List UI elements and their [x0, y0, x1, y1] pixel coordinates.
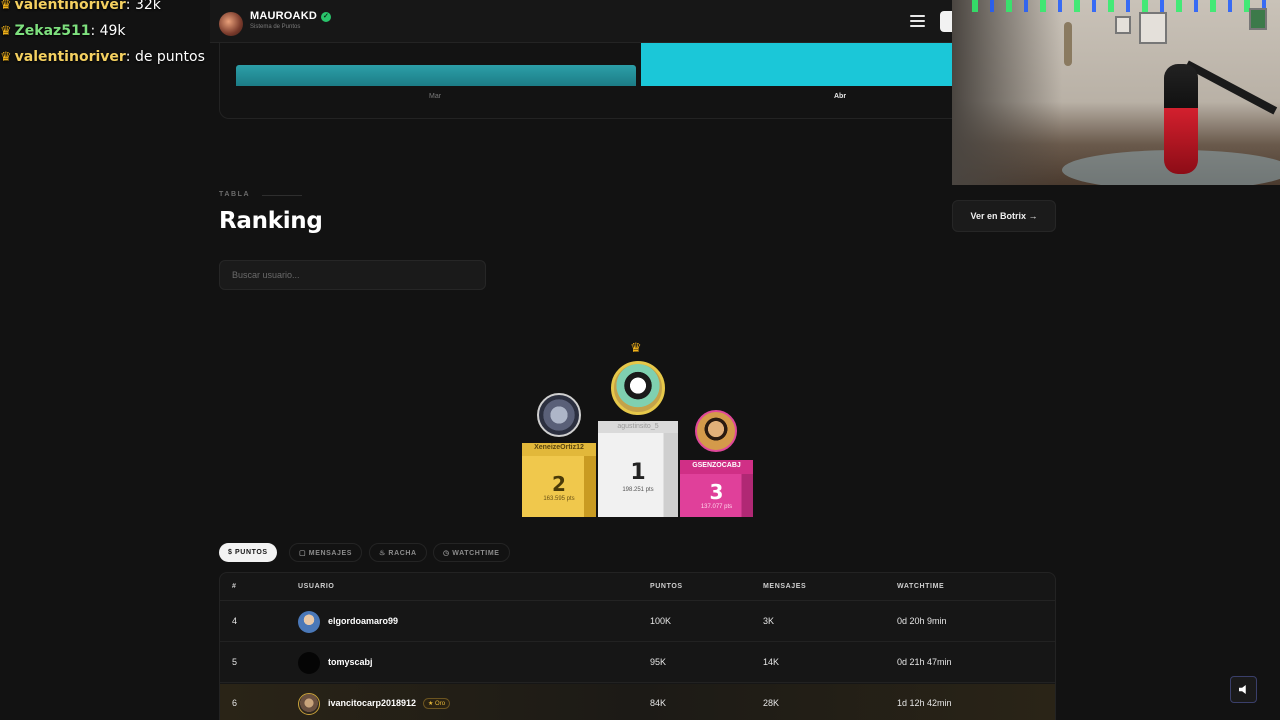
- brand-subtitle: Sistema de Puntos: [250, 24, 301, 30]
- mute-button[interactable]: [1230, 676, 1257, 703]
- username-cell: elgordoamaro99: [328, 616, 399, 626]
- chat-username: valentinoriver: [14, 0, 126, 13]
- tab-watchtime[interactable]: ◷ WATCHTIME: [433, 543, 510, 562]
- crown-icon: ♛: [0, 24, 12, 39]
- chat-message: 49k: [99, 23, 126, 39]
- table-row[interactable]: 4 elgordoamaro99 100K 3K 0d 20h 9min: [220, 602, 1055, 642]
- rank-cell: 4: [232, 616, 238, 626]
- podium-rank: 1: [630, 460, 646, 485]
- chat-line: ♛ Zekaz511: 49k: [0, 23, 126, 39]
- search-input[interactable]: [219, 260, 486, 290]
- crown-icon: ♛: [0, 0, 12, 13]
- crown-icon: ♛: [630, 340, 642, 355]
- tier-badge: ★ Oro: [423, 698, 451, 709]
- rank-cell: 6: [232, 698, 238, 708]
- avatar: [298, 652, 320, 674]
- ranking-table: # USUARIO PUNTOS MENSAJES WATCHTIME 4 el…: [219, 572, 1056, 720]
- chart-x-label: Abr: [834, 93, 847, 100]
- messages-cell: 3K: [763, 616, 775, 626]
- tab-racha[interactable]: ♨ RACHA: [369, 543, 427, 562]
- podium-points: 163.595 pts: [543, 496, 575, 502]
- chat-overlay: ♛ valentinoriver: 32k ♛ Zekaz511: 49k ♛ val…: [0, 0, 210, 70]
- view-on-botrix-button[interactable]: Ver en Botrix →: [952, 200, 1056, 232]
- chat-username: valentinoriver: [14, 49, 126, 65]
- table-header: # USUARIO PUNTOS MENSAJES WATCHTIME: [220, 573, 1055, 601]
- webcam-feed: [952, 0, 1280, 185]
- tab-mensajes[interactable]: ▢ MENSAJES: [289, 543, 363, 562]
- column-header-points[interactable]: PUNTOS: [650, 583, 683, 590]
- chat-message: 32k: [134, 0, 161, 13]
- divider: [262, 195, 302, 196]
- podium-name-third: GSENZOCABJ: [692, 462, 741, 469]
- watchtime-cell: 0d 20h 9min: [897, 616, 947, 626]
- table-row[interactable]: 6 ivancitocarp2018912 ★ Oro 84K 28K 1d 1…: [220, 684, 1055, 720]
- avatar: [298, 611, 320, 633]
- chat-line: ♛ valentinoriver: 32k: [0, 0, 210, 18]
- hamburger-menu-icon[interactable]: [910, 15, 925, 27]
- podium-block-third: 3 137.077 pts: [680, 474, 753, 517]
- podium-avatar-third[interactable]: [695, 410, 737, 452]
- channel-avatar[interactable]: [219, 12, 243, 36]
- podium-block-first: 1 198.251 pts: [598, 433, 678, 517]
- column-header-rank[interactable]: #: [232, 583, 237, 590]
- chart-x-label: Mar: [429, 93, 442, 100]
- username-cell: tomyscabj: [328, 657, 373, 667]
- podium-points: 198.251 pts: [622, 487, 654, 493]
- string-lights: [972, 0, 1272, 12]
- stream-frame: ♛ valentinoriver: 32k ♛ Zekaz511: 49k ♛ val…: [0, 0, 1280, 720]
- column-header-user[interactable]: USUARIO: [298, 583, 334, 590]
- username-cell: ivancitocarp2018912: [328, 698, 417, 708]
- messages-cell: 14K: [763, 657, 780, 667]
- podium-block-second: 2 163.595 pts: [522, 456, 596, 517]
- rank-cell: 5: [232, 657, 238, 667]
- page-title: Ranking: [219, 208, 323, 234]
- podium-name-first: agustinsito_5: [617, 423, 659, 430]
- chat-line: ♛ valentinoriver: de puntos: [0, 49, 205, 65]
- podium-name-second: XeneizeOrtiz12: [534, 444, 584, 451]
- crown-icon: ♛: [0, 50, 12, 65]
- site-header: MAUROAKD ✓ Sistema de Puntos: [210, 0, 960, 43]
- watchtime-cell: 0d 21h 47min: [897, 657, 952, 667]
- speaker-icon: [1239, 685, 1246, 694]
- brand-name[interactable]: MAUROAKD ✓: [250, 10, 331, 22]
- column-header-watchtime[interactable]: WATCHTIME: [897, 583, 944, 590]
- section-label: TABLA: [219, 191, 251, 198]
- chat-message: de puntos: [134, 49, 205, 65]
- messages-cell: 28K: [763, 698, 780, 708]
- microphone: [1164, 64, 1198, 174]
- podium-rank: 3: [709, 480, 724, 504]
- watchtime-cell: 1d 12h 42min: [897, 698, 952, 708]
- points-cell: 84K: [650, 698, 667, 708]
- podium-avatar-first[interactable]: [611, 361, 665, 415]
- points-cell: 100K: [650, 616, 672, 626]
- chart-bar-abr: [641, 42, 961, 86]
- column-header-messages[interactable]: MENSAJES: [763, 583, 806, 590]
- avatar: [298, 693, 320, 715]
- tab-puntos[interactable]: $ PUNTOS: [219, 543, 277, 562]
- podium-rank: 2: [552, 472, 566, 496]
- chart-bar-mar: [236, 65, 636, 86]
- table-row[interactable]: 5 tomyscabj 95K 14K 0d 21h 47min: [220, 643, 1055, 683]
- podium-points: 137.077 pts: [700, 504, 733, 510]
- points-cell: 95K: [650, 657, 667, 667]
- verified-icon: ✓: [320, 12, 331, 22]
- podium-avatar-second[interactable]: [537, 393, 581, 437]
- chat-username: Zekaz511: [14, 23, 91, 39]
